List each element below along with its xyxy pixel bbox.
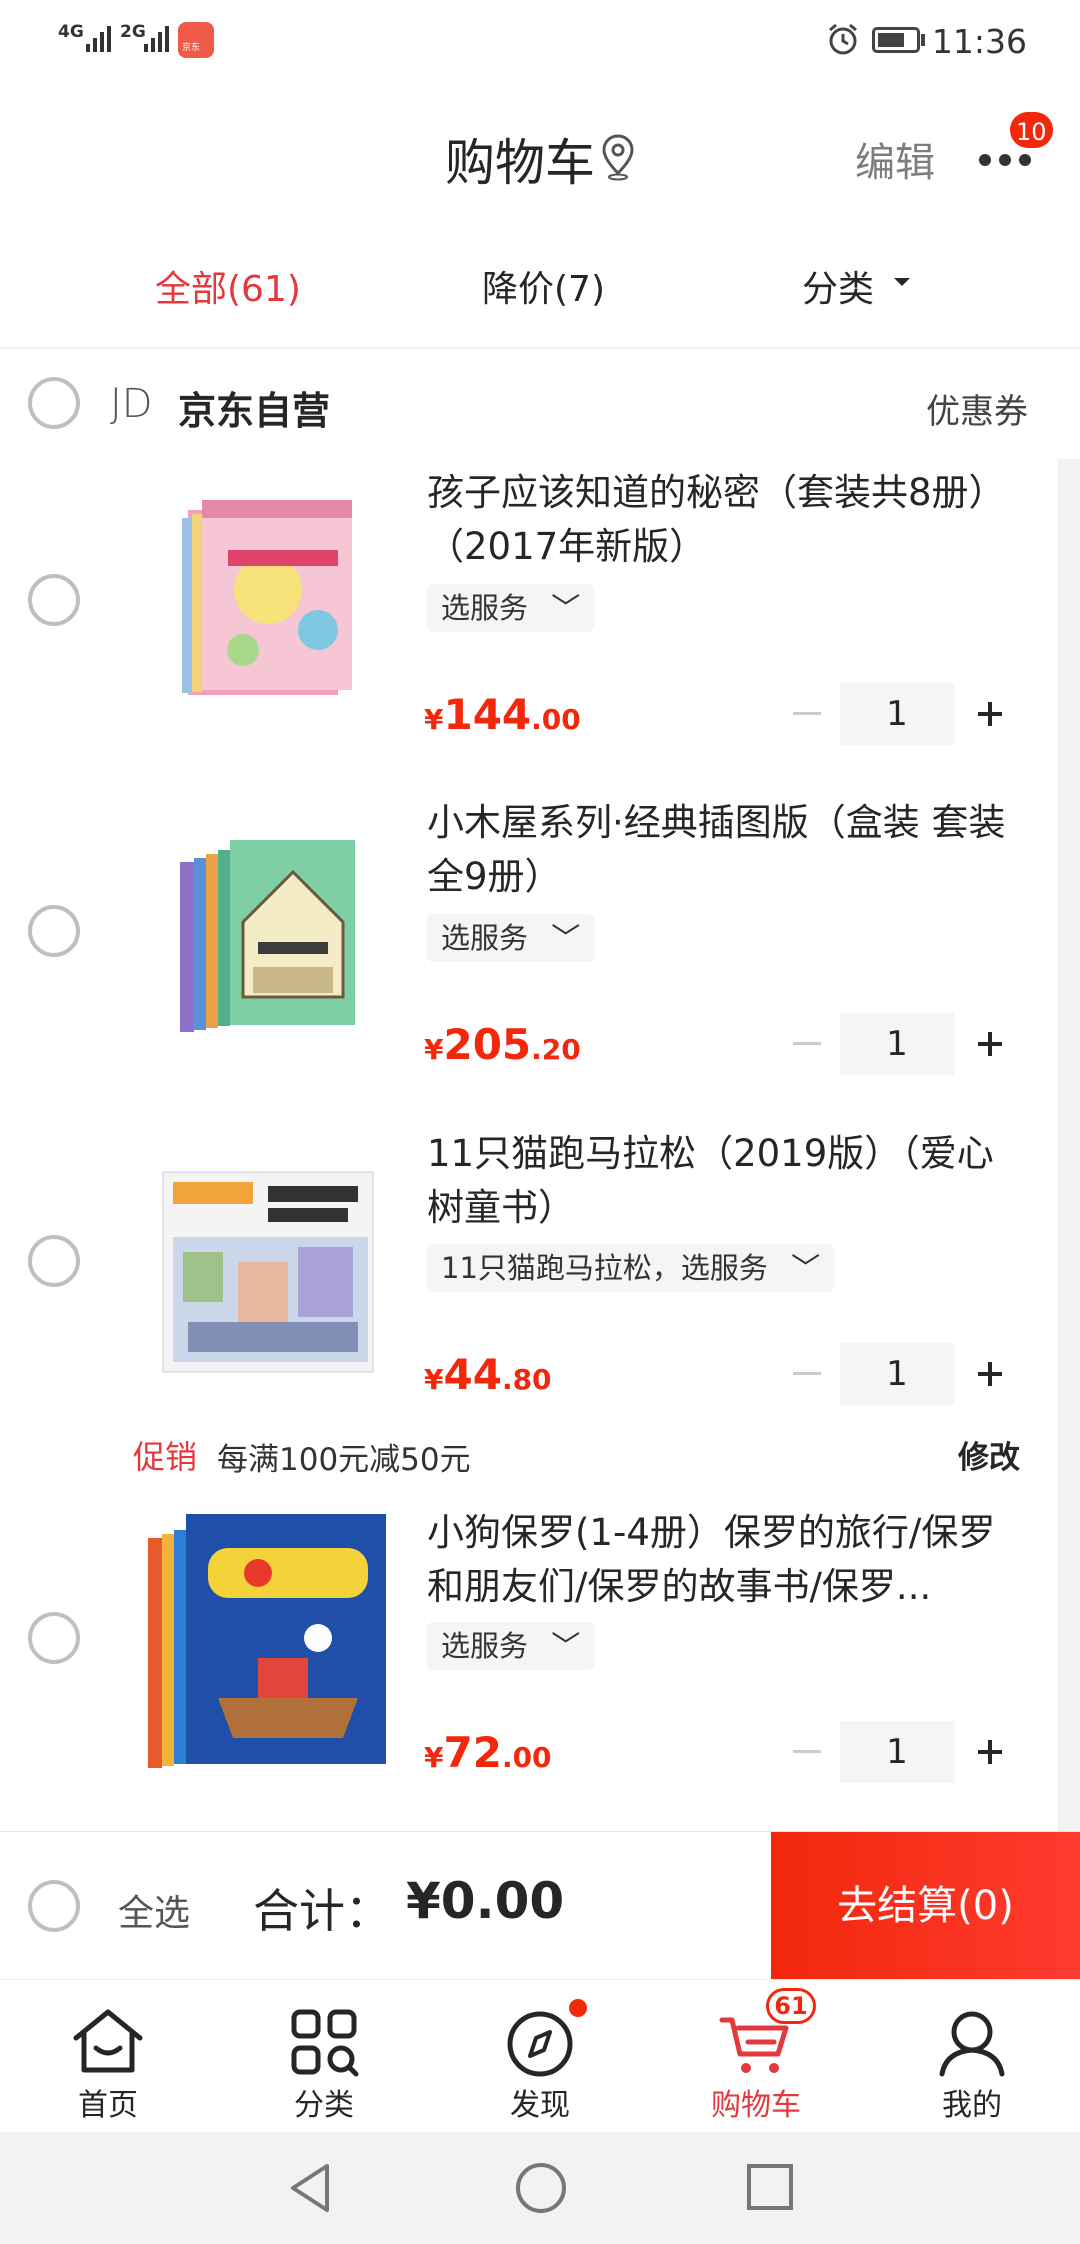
promo-text: 每满100元减50元 bbox=[217, 1442, 471, 1478]
product-price: ¥144.00 bbox=[424, 690, 581, 739]
nav-label-home: 首页 bbox=[78, 2088, 138, 2123]
nav-item-profile[interactable]: 我的 bbox=[864, 1980, 1080, 2133]
chevron-down-icon: ﹀ bbox=[551, 921, 581, 955]
location-pin-icon[interactable] bbox=[600, 133, 636, 181]
quantity-increase-button[interactable] bbox=[970, 694, 1010, 734]
shop-name[interactable]: 京东自营 bbox=[178, 380, 330, 435]
nav-item-discover[interactable]: 发现 bbox=[432, 1980, 648, 2133]
checkout-button[interactable]: 去结算(0) bbox=[771, 1832, 1080, 1980]
status-bar: 4G 2G 京东 11:36 bbox=[0, 0, 1080, 80]
cart-count-badge: 61 bbox=[766, 1988, 816, 2024]
product-image[interactable] bbox=[148, 812, 398, 1052]
shop-header: JD 京东自营 优惠券 bbox=[0, 349, 1080, 459]
nav-label-profile: 我的 bbox=[942, 2088, 1002, 2123]
battery-icon bbox=[872, 27, 920, 53]
quantity-increase-button[interactable] bbox=[970, 1732, 1010, 1772]
total-value: ¥0.00 bbox=[406, 1872, 565, 1930]
home-icon bbox=[68, 2002, 148, 2082]
product-image[interactable] bbox=[148, 1508, 398, 1778]
quantity-input[interactable]: 1 bbox=[840, 1013, 954, 1075]
tab-price-drop[interactable]: 降价(7) bbox=[482, 260, 605, 312]
product-price: ¥205.20 bbox=[424, 1020, 581, 1069]
more-dots-icon bbox=[979, 154, 991, 166]
category-icon bbox=[284, 2002, 364, 2082]
select-all-label[interactable]: 全选 bbox=[118, 1884, 190, 1936]
product-price: ¥72.00 bbox=[424, 1728, 552, 1777]
battery-tip bbox=[921, 34, 925, 46]
message-count-badge: 10 bbox=[1008, 110, 1055, 150]
service-selector[interactable]: 11只猫跑马拉松，选服务 ﹀ bbox=[427, 1244, 835, 1292]
item-select-checkbox[interactable] bbox=[28, 905, 80, 957]
signal-strength-icon-2 bbox=[144, 26, 169, 52]
product-title[interactable]: 孩子应该知道的秘密（套装共8册）（2017年新版） bbox=[427, 466, 1027, 574]
product-title[interactable]: 小狗保罗(1-4册）保罗的旅行/保罗和朋友们/保罗的故事书/保罗... bbox=[427, 1506, 1027, 1614]
service-selector[interactable]: 选服务 ﹀ bbox=[427, 584, 595, 632]
chevron-down-icon: ﹀ bbox=[791, 1251, 821, 1285]
quantity-increase-button[interactable] bbox=[970, 1354, 1010, 1394]
status-time: 11:36 bbox=[931, 22, 1027, 61]
select-all-checkbox[interactable] bbox=[28, 1880, 80, 1932]
chevron-down-icon: ﹀ bbox=[551, 1629, 581, 1663]
nav-label-cart: 购物车 bbox=[711, 2088, 801, 2123]
alarm-icon bbox=[826, 22, 860, 56]
quantity-decrease-button[interactable] bbox=[793, 1372, 821, 1375]
signal-2g-label: 2G bbox=[120, 22, 146, 42]
caret-down-icon bbox=[894, 278, 910, 286]
nav-item-category[interactable]: 分类 bbox=[216, 1980, 432, 2133]
back-triangle-icon[interactable] bbox=[285, 2160, 335, 2216]
item-select-checkbox[interactable] bbox=[28, 1612, 80, 1664]
nav-label-category: 分类 bbox=[294, 2088, 354, 2123]
profile-icon bbox=[932, 2002, 1012, 2082]
item-select-checkbox[interactable] bbox=[28, 1235, 80, 1287]
service-selector[interactable]: 选服务 ﹀ bbox=[427, 914, 595, 962]
service-selector[interactable]: 选服务 ﹀ bbox=[427, 1622, 595, 1670]
promo-tag: 促销 bbox=[133, 1438, 198, 1476]
product-title[interactable]: 11只猫跑马拉松（2019版）（爱心树童书） bbox=[427, 1127, 1027, 1235]
jd-logo-icon: JD bbox=[110, 381, 153, 427]
tab-category[interactable]: 分类 bbox=[802, 260, 910, 310]
quantity-decrease-button[interactable] bbox=[793, 1750, 821, 1753]
quantity-decrease-button[interactable] bbox=[793, 712, 821, 715]
system-nav-bar bbox=[0, 2132, 1080, 2244]
quantity-input[interactable]: 1 bbox=[840, 1721, 954, 1783]
bottom-nav: 首页 分类 发现 61 购物车 我的 bbox=[0, 1979, 1080, 2132]
chevron-down-icon: ﹀ bbox=[551, 591, 581, 625]
nav-item-cart[interactable]: 61 购物车 bbox=[648, 1980, 864, 2133]
product-image[interactable] bbox=[148, 1142, 398, 1382]
product-title[interactable]: 小木屋系列·经典插图版（盒装 套装全9册） bbox=[427, 796, 1027, 904]
nav-item-home[interactable]: 首页 bbox=[0, 1980, 216, 2133]
checkout-bar: 全选 合计： ¥0.00 去结算(0) bbox=[0, 1831, 1080, 1980]
product-price: ¥44.80 bbox=[424, 1350, 552, 1399]
signal-strength-icon bbox=[86, 26, 111, 52]
edit-button[interactable]: 编辑 bbox=[855, 130, 935, 188]
shop-select-checkbox[interactable] bbox=[28, 377, 80, 429]
discover-notification-dot bbox=[566, 1996, 590, 2020]
tab-all[interactable]: 全部(61) bbox=[155, 260, 301, 312]
cart-tabs: 全部(61) 降价(7) 分类 bbox=[0, 230, 1080, 348]
home-circle-icon[interactable] bbox=[513, 2160, 569, 2216]
quantity-input[interactable]: 1 bbox=[840, 1343, 954, 1405]
nav-label-discover: 发现 bbox=[510, 2088, 570, 2123]
signal-4g-label: 4G bbox=[58, 22, 84, 42]
total-label: 合计： bbox=[253, 1884, 391, 1938]
coupon-button[interactable]: 优惠券 bbox=[926, 384, 1028, 433]
promo-edit-button[interactable]: 修改 bbox=[958, 1432, 1020, 1477]
quantity-input[interactable]: 1 bbox=[840, 683, 954, 745]
quantity-decrease-button[interactable] bbox=[793, 1042, 821, 1045]
app-notification-icon: 京东 bbox=[178, 22, 214, 58]
product-image[interactable] bbox=[148, 480, 398, 720]
quantity-increase-button[interactable] bbox=[970, 1024, 1010, 1064]
recent-apps-square-icon[interactable] bbox=[745, 2162, 795, 2212]
item-select-checkbox[interactable] bbox=[28, 574, 80, 626]
cart-header: 购物车 编辑 10 bbox=[0, 80, 1080, 230]
